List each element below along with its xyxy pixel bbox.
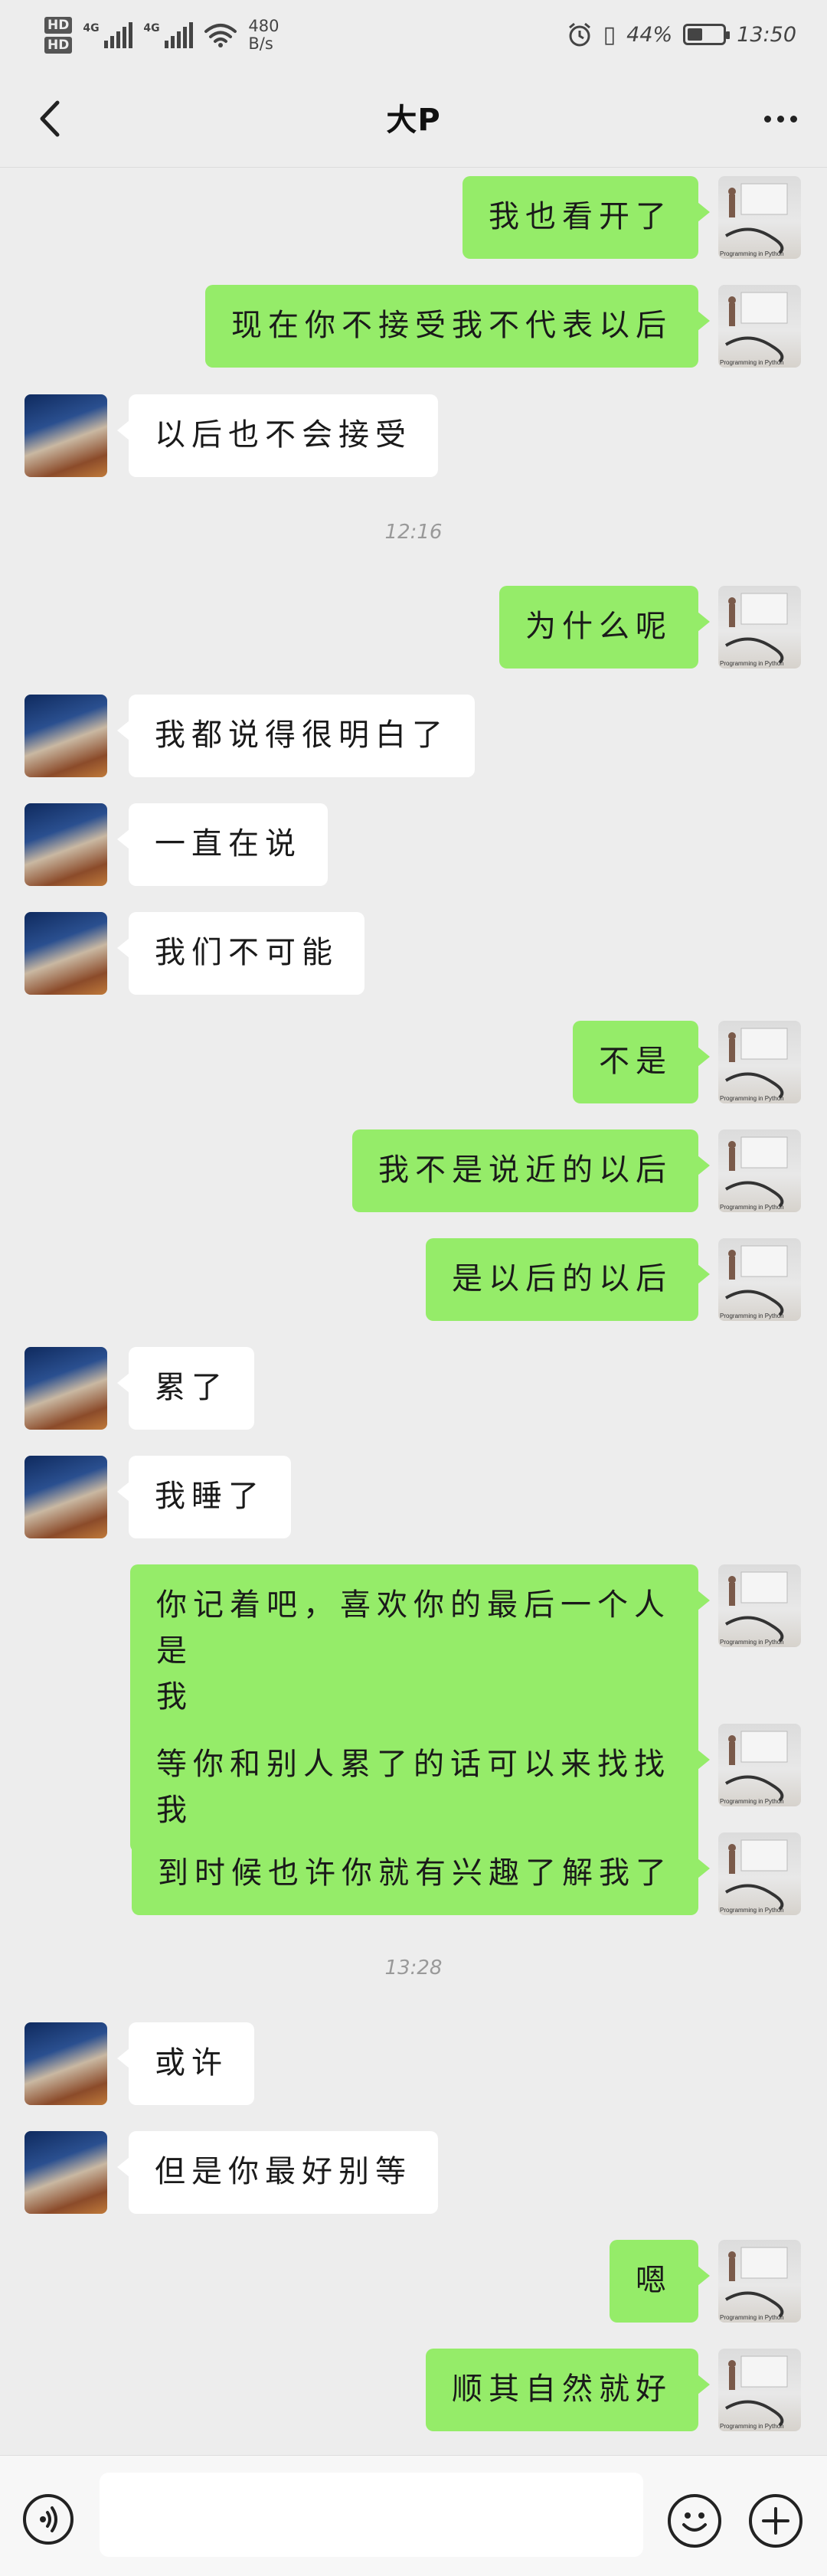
- avatar-caption: Programming in Python: [720, 2314, 784, 2321]
- clock: 13:50: [737, 22, 796, 47]
- avatar-caption: Programming in Python: [720, 1204, 784, 1211]
- my-avatar[interactable]: Programming in Python: [718, 1129, 801, 1212]
- message-bubble-received[interactable]: 一直在说: [117, 803, 328, 886]
- contact-avatar[interactable]: [25, 2131, 107, 2214]
- avatar-image: [724, 1839, 788, 1911]
- contact-avatar[interactable]: [25, 803, 107, 886]
- emoji-icon: [682, 2512, 707, 2532]
- network-speed: 480 B/s: [248, 18, 279, 53]
- signal-strength-icon: 4G: [83, 22, 133, 48]
- input-bar: [0, 2455, 827, 2576]
- message-bubble-sent[interactable]: 为什么呢: [499, 586, 710, 669]
- avatar-caption: Programming in Python: [720, 1095, 784, 1102]
- my-avatar[interactable]: Programming in Python: [718, 1238, 801, 1321]
- chat-header: 大P: [0, 69, 827, 168]
- avatar-image: [724, 2247, 788, 2318]
- avatar-caption: Programming in Python: [720, 1639, 784, 1646]
- my-avatar[interactable]: Programming in Python: [718, 1021, 801, 1103]
- message-bubble-sent[interactable]: 我不是说近的以后: [352, 1129, 710, 1212]
- voice-icon: [40, 2506, 57, 2532]
- avatar-caption: Programming in Python: [720, 1313, 784, 1319]
- message-bubble-received[interactable]: 但是你最好别等: [117, 2131, 438, 2214]
- message-bubble-received[interactable]: 或许: [117, 2022, 254, 2105]
- avatar-image: [724, 1028, 788, 1099]
- message-bubble-sent[interactable]: 是以后的以后: [426, 1238, 710, 1321]
- plus-button[interactable]: [749, 2494, 802, 2548]
- avatar-image: [724, 1731, 788, 1802]
- message-bubble-sent[interactable]: 顺其自然就好: [426, 2349, 710, 2431]
- hd-indicator-1: HD: [44, 17, 73, 34]
- message-bubble-sent[interactable]: 我也看开了: [463, 176, 710, 259]
- message-bubble-received[interactable]: 以后也不会接受: [117, 394, 438, 477]
- avatar-caption: Programming in Python: [720, 1798, 784, 1805]
- message-bubble-sent[interactable]: 你记着吧，喜欢你的最后一个人是 我: [130, 1564, 710, 1739]
- my-avatar[interactable]: Programming in Python: [718, 1564, 801, 1647]
- contact-avatar[interactable]: [25, 1456, 107, 1538]
- message-timestamp: 12:16: [384, 521, 443, 544]
- contact-avatar[interactable]: [25, 695, 107, 777]
- message-timestamp: 13:28: [384, 1957, 443, 1979]
- contact-avatar[interactable]: [25, 1347, 107, 1430]
- message-bubble-received[interactable]: 我都说得很明白了: [117, 695, 475, 777]
- message-input[interactable]: [100, 2473, 643, 2557]
- battery-icon: [683, 24, 731, 45]
- signal-strength-icon-2: 4G: [143, 22, 194, 48]
- more-dots-icon: [763, 115, 771, 123]
- avatar-caption: Programming in Python: [720, 660, 784, 667]
- contact-avatar[interactable]: [25, 912, 107, 995]
- my-avatar[interactable]: Programming in Python: [718, 1832, 801, 1915]
- chat-title: 大P: [386, 103, 441, 138]
- message-bubble-sent[interactable]: 不是: [573, 1021, 710, 1103]
- my-avatar[interactable]: Programming in Python: [718, 2349, 801, 2431]
- my-avatar[interactable]: Programming in Python: [718, 176, 801, 259]
- contact-avatar[interactable]: [25, 394, 107, 477]
- network-type-2: 4G: [143, 22, 160, 34]
- message-bubble-sent[interactable]: 到时候也许你就有兴趣了解我了: [132, 1832, 710, 1915]
- avatar-caption: Programming in Python: [720, 1907, 784, 1914]
- network-speed-unit: B/s: [248, 34, 273, 53]
- my-avatar[interactable]: Programming in Python: [718, 2240, 801, 2323]
- emoji-button[interactable]: [668, 2494, 721, 2548]
- message-bubble-sent[interactable]: 现在你不接受我不代表以后: [205, 285, 710, 368]
- voice-button[interactable]: [23, 2494, 74, 2545]
- avatar-image: [724, 1245, 788, 1316]
- contact-avatar[interactable]: [25, 2022, 107, 2105]
- avatar-caption: Programming in Python: [720, 250, 784, 257]
- plus-icon: [762, 2507, 789, 2535]
- wifi-icon: [204, 24, 237, 47]
- network-speed-value: 480: [248, 17, 279, 35]
- avatar-image: [724, 593, 788, 664]
- avatar-image: [724, 1136, 788, 1208]
- my-avatar[interactable]: Programming in Python: [718, 1724, 801, 1806]
- message-bubble-received[interactable]: 累了: [117, 1347, 254, 1430]
- message-bubble-received[interactable]: 我们不可能: [117, 912, 364, 995]
- my-avatar[interactable]: Programming in Python: [718, 586, 801, 669]
- avatar-caption: Programming in Python: [720, 2423, 784, 2430]
- status-bar: HD HD 4G 4G 480 B/s ▯ 44% 13:50: [0, 0, 827, 69]
- avatar-caption: Programming in Python: [720, 359, 784, 366]
- avatar-image: [724, 1571, 788, 1643]
- battery-percentage: 44%: [626, 22, 673, 47]
- my-avatar[interactable]: Programming in Python: [718, 285, 801, 368]
- avatar-image: [724, 292, 788, 363]
- message-bubble-sent[interactable]: 嗯: [610, 2240, 710, 2323]
- vibrate-icon: ▯: [603, 21, 616, 48]
- avatar-image: [724, 2355, 788, 2427]
- message-bubble-received[interactable]: 我睡了: [117, 1456, 291, 1538]
- more-button[interactable]: [753, 92, 807, 145]
- avatar-image: [724, 183, 788, 254]
- alarm-icon: [568, 22, 590, 47]
- hd-indicator-2: HD: [44, 37, 73, 54]
- network-type-1: 4G: [83, 22, 100, 34]
